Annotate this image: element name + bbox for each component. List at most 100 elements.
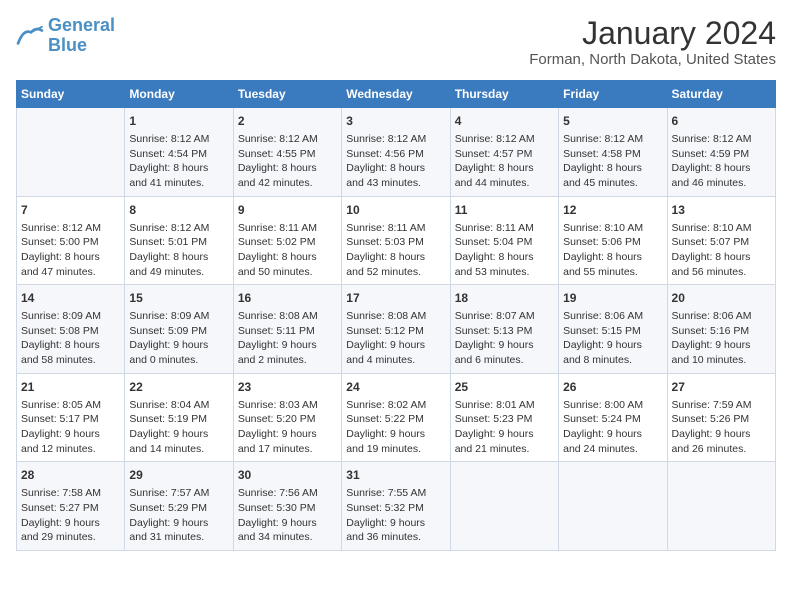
logo: General Blue — [16, 16, 115, 56]
calendar-cell: 11 Sunrise: 8:11 AMSunset: 5:04 PMDayligh… — [450, 196, 558, 285]
calendar-cell: 18Sunrise: 8:07 AMSunset: 5:13 PMDayligh… — [450, 285, 558, 374]
header-row: Sunday Monday Tuesday Wednesday Thursday… — [17, 81, 776, 108]
cell-content: Sunrise: 8:02 AMSunset: 5:22 PMDaylight:… — [346, 398, 445, 457]
cell-content: Sunrise: 8:10 AMSunset: 5:06 PMDaylight:… — [563, 221, 662, 280]
day-number: 14 — [21, 290, 120, 307]
cell-content: Sunrise: 8:12 AMSunset: 5:01 PMDaylight:… — [129, 221, 228, 280]
calendar-cell: 15 Sunrise: 8:09 AMSunset: 5:09 PMDayligh… — [125, 285, 233, 374]
day-number: 17 — [346, 290, 445, 307]
cell-content: Sunrise: 8:12 AMSunset: 4:59 PMDaylight:… — [672, 132, 771, 191]
cell-content: Sunrise: 8:11 AMSunset: 5:03 PMDaylight:… — [346, 221, 445, 280]
calendar-subtitle: Forman, North Dakota, United States — [529, 51, 776, 68]
day-number: 25 — [455, 379, 554, 396]
calendar-cell: 4 Sunrise: 8:12 AMSunset: 4:57 PMDaylight… — [450, 108, 558, 197]
day-number: 9 — [238, 202, 337, 219]
cell-content: Sunrise: 8:11 AMSunset: 5:04 PMDaylight:… — [455, 221, 554, 280]
calendar-cell: 25 Sunrise: 8:01 AMSunset: 5:23 PMDayligh… — [450, 373, 558, 462]
calendar-cell: 26Sunrise: 8:00 AMSunset: 5:24 PMDayligh… — [559, 373, 667, 462]
calendar-cell: 5Sunrise: 8:12 AMSunset: 4:58 PMDaylight… — [559, 108, 667, 197]
day-number: 10 — [346, 202, 445, 219]
calendar-cell: 28Sunrise: 7:58 AMSunset: 5:27 PMDayligh… — [17, 462, 125, 551]
calendar-cell: 7 Sunrise: 8:12 AMSunset: 5:00 PMDaylight… — [17, 196, 125, 285]
calendar-cell: 31 Sunrise: 7:55 AMSunset: 5:32 PMDayligh… — [342, 462, 450, 551]
day-number: 20 — [672, 290, 771, 307]
calendar-cell: 22Sunrise: 8:04 AMSunset: 5:19 PMDayligh… — [125, 373, 233, 462]
calendar-cell: 2 Sunrise: 8:12 AMSunset: 4:55 PMDaylight… — [233, 108, 341, 197]
calendar-cell: 10 Sunrise: 8:11 AMSunset: 5:03 PMDayligh… — [342, 196, 450, 285]
calendar-cell: 14Sunrise: 8:09 AMSunset: 5:08 PMDayligh… — [17, 285, 125, 374]
calendar-cell — [559, 462, 667, 551]
day-number: 4 — [455, 113, 554, 130]
day-number: 5 — [563, 113, 662, 130]
cell-content: Sunrise: 8:11 AMSunset: 5:02 PMDaylight:… — [238, 221, 337, 280]
cell-content: Sunrise: 8:03 AMSunset: 5:20 PMDaylight:… — [238, 398, 337, 457]
calendar-cell: 13Sunrise: 8:10 AMSunset: 5:07 PMDayligh… — [667, 196, 775, 285]
cell-content: Sunrise: 8:09 AMSunset: 5:09 PMDaylight:… — [129, 309, 228, 368]
calendar-cell: 30 Sunrise: 7:56 AMSunset: 5:30 PMDayligh… — [233, 462, 341, 551]
week-row-3: 21 Sunrise: 8:05 AMSunset: 5:17 PMDayligh… — [17, 373, 776, 462]
header-monday: Monday — [125, 81, 233, 108]
cell-content: Sunrise: 8:04 AMSunset: 5:19 PMDaylight:… — [129, 398, 228, 457]
calendar-cell: 9 Sunrise: 8:11 AMSunset: 5:02 PMDaylight… — [233, 196, 341, 285]
calendar-cell: 20Sunrise: 8:06 AMSunset: 5:16 PMDayligh… — [667, 285, 775, 374]
day-number: 12 — [563, 202, 662, 219]
week-row-0: 1 Sunrise: 8:12 AMSunset: 4:54 PMDaylight… — [17, 108, 776, 197]
header-sunday: Sunday — [17, 81, 125, 108]
calendar-cell: 1 Sunrise: 8:12 AMSunset: 4:54 PMDaylight… — [125, 108, 233, 197]
day-number: 2 — [238, 113, 337, 130]
calendar-cell: 12 Sunrise: 8:10 AMSunset: 5:06 PMDayligh… — [559, 196, 667, 285]
calendar-cell — [667, 462, 775, 551]
cell-content: Sunrise: 8:05 AMSunset: 5:17 PMDaylight:… — [21, 398, 120, 457]
day-number: 24 — [346, 379, 445, 396]
calendar-cell: 29Sunrise: 7:57 AMSunset: 5:29 PMDayligh… — [125, 462, 233, 551]
day-number: 8 — [129, 202, 228, 219]
calendar-title: January 2024 — [529, 16, 776, 51]
day-number: 28 — [21, 467, 120, 484]
logo-general: General — [48, 15, 115, 35]
title-block: January 2024 Forman, North Dakota, Unite… — [529, 16, 776, 68]
day-number: 26 — [563, 379, 662, 396]
cell-content: Sunrise: 8:12 AMSunset: 4:57 PMDaylight:… — [455, 132, 554, 191]
header-friday: Friday — [559, 81, 667, 108]
day-number: 16 — [238, 290, 337, 307]
cell-content: Sunrise: 8:12 AMSunset: 4:55 PMDaylight:… — [238, 132, 337, 191]
cell-content: Sunrise: 7:55 AMSunset: 5:32 PMDaylight:… — [346, 486, 445, 545]
header-tuesday: Tuesday — [233, 81, 341, 108]
calendar-cell: 3Sunrise: 8:12 AMSunset: 4:56 PMDaylight… — [342, 108, 450, 197]
cell-content: Sunrise: 8:12 AMSunset: 4:56 PMDaylight:… — [346, 132, 445, 191]
cell-content: Sunrise: 8:07 AMSunset: 5:13 PMDaylight:… — [455, 309, 554, 368]
cell-content: Sunrise: 8:06 AMSunset: 5:15 PMDaylight:… — [563, 309, 662, 368]
cell-content: Sunrise: 8:12 AMSunset: 5:00 PMDaylight:… — [21, 221, 120, 280]
cell-content: Sunrise: 8:08 AMSunset: 5:12 PMDaylight:… — [346, 309, 445, 368]
day-number: 7 — [21, 202, 120, 219]
calendar-cell: 6 Sunrise: 8:12 AMSunset: 4:59 PMDaylight… — [667, 108, 775, 197]
day-number: 21 — [21, 379, 120, 396]
header-wednesday: Wednesday — [342, 81, 450, 108]
calendar-cell: 27Sunrise: 7:59 AMSunset: 5:26 PMDayligh… — [667, 373, 775, 462]
day-number: 15 — [129, 290, 228, 307]
day-number: 30 — [238, 467, 337, 484]
logo-blue: Blue — [48, 35, 87, 55]
day-number: 6 — [672, 113, 771, 130]
calendar-cell — [450, 462, 558, 551]
day-number: 1 — [129, 113, 228, 130]
header-saturday: Saturday — [667, 81, 775, 108]
cell-content: Sunrise: 8:12 AMSunset: 4:54 PMDaylight:… — [129, 132, 228, 191]
week-row-2: 14Sunrise: 8:09 AMSunset: 5:08 PMDayligh… — [17, 285, 776, 374]
week-row-4: 28Sunrise: 7:58 AMSunset: 5:27 PMDayligh… — [17, 462, 776, 551]
day-number: 31 — [346, 467, 445, 484]
page-header: General Blue January 2024 Forman, North … — [16, 16, 776, 68]
day-number: 13 — [672, 202, 771, 219]
cell-content: Sunrise: 7:56 AMSunset: 5:30 PMDaylight:… — [238, 486, 337, 545]
calendar-cell: 23 Sunrise: 8:03 AMSunset: 5:20 PMDayligh… — [233, 373, 341, 462]
cell-content: Sunrise: 7:57 AMSunset: 5:29 PMDaylight:… — [129, 486, 228, 545]
calendar-header: Sunday Monday Tuesday Wednesday Thursday… — [17, 81, 776, 108]
calendar-cell: 21 Sunrise: 8:05 AMSunset: 5:17 PMDayligh… — [17, 373, 125, 462]
calendar-body: 1 Sunrise: 8:12 AMSunset: 4:54 PMDaylight… — [17, 108, 776, 551]
day-number: 23 — [238, 379, 337, 396]
day-number: 19 — [563, 290, 662, 307]
calendar-cell: 17 Sunrise: 8:08 AMSunset: 5:12 PMDayligh… — [342, 285, 450, 374]
cell-content: Sunrise: 7:59 AMSunset: 5:26 PMDaylight:… — [672, 398, 771, 457]
cell-content: Sunrise: 8:01 AMSunset: 5:23 PMDaylight:… — [455, 398, 554, 457]
day-number: 11 — [455, 202, 554, 219]
